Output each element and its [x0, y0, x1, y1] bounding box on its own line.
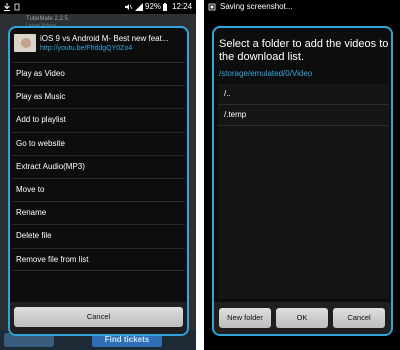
folder-list[interactable]: /.. /.temp	[218, 84, 389, 299]
menu-item-play-as-music[interactable]: Play as Music	[12, 85, 185, 108]
menu-item-extract-audio[interactable]: Extract Audio(MP3)	[12, 154, 185, 178]
sd-card-icon	[14, 3, 20, 11]
video-title: iOS 9 vs Android M- Best new feat...	[40, 34, 169, 43]
current-path: /storage/emulated/0/Video	[219, 69, 313, 78]
folder-item-parent[interactable]: /..	[218, 84, 389, 105]
dialog-title: Select a folder to add the videos to the…	[219, 38, 389, 63]
background-app-title: TubeMate 2.2.5	[26, 16, 68, 22]
status-bar: 92% 12:24	[0, 0, 196, 14]
battery-percent: 92%	[145, 2, 162, 11]
menu-item-rename[interactable]: Rename	[12, 201, 185, 224]
menu-item-remove-from-list[interactable]: Remove file from list	[12, 247, 185, 271]
saving-screenshot-text: Saving screenshot...	[220, 2, 293, 11]
screenshot-icon	[208, 3, 216, 11]
dialog-header: iOS 9 vs Android M- Best new feat... htt…	[10, 28, 187, 62]
menu-item-add-to-playlist[interactable]: Add to playlist	[12, 108, 185, 131]
cancel-button[interactable]: Cancel	[333, 308, 385, 328]
menu-item-delete-file[interactable]: Delete file	[12, 224, 185, 247]
dialog-footer: Cancel	[10, 302, 187, 334]
battery-icon	[163, 3, 167, 11]
options-menu: Play as Video Play as Music Add to playl…	[12, 62, 185, 271]
video-url-link[interactable]: http://youtu.be/FhddgQY0Zo4	[40, 45, 132, 52]
video-thumbnail	[14, 34, 36, 52]
new-folder-button[interactable]: New folder	[219, 308, 271, 328]
signal-icon	[135, 3, 143, 11]
download-icon	[4, 3, 10, 11]
cancel-button[interactable]: Cancel	[14, 307, 183, 327]
ok-button[interactable]: OK	[276, 308, 328, 328]
video-options-dialog: iOS 9 vs Android M- Best new feat... htt…	[8, 26, 189, 336]
mute-icon	[125, 4, 132, 10]
menu-item-go-to-website[interactable]: Go to website	[12, 131, 185, 155]
notification-bar: Saving screenshot...	[204, 0, 400, 14]
menu-item-move-to[interactable]: Move to	[12, 177, 185, 201]
menu-item-play-as-video[interactable]: Play as Video	[12, 62, 185, 85]
clock: 12:24	[172, 2, 193, 11]
dialog-footer: New folder OK Cancel	[214, 302, 391, 334]
folder-item-temp[interactable]: /.temp	[218, 105, 389, 126]
folder-select-dialog: Select a folder to add the videos to the…	[212, 26, 393, 336]
